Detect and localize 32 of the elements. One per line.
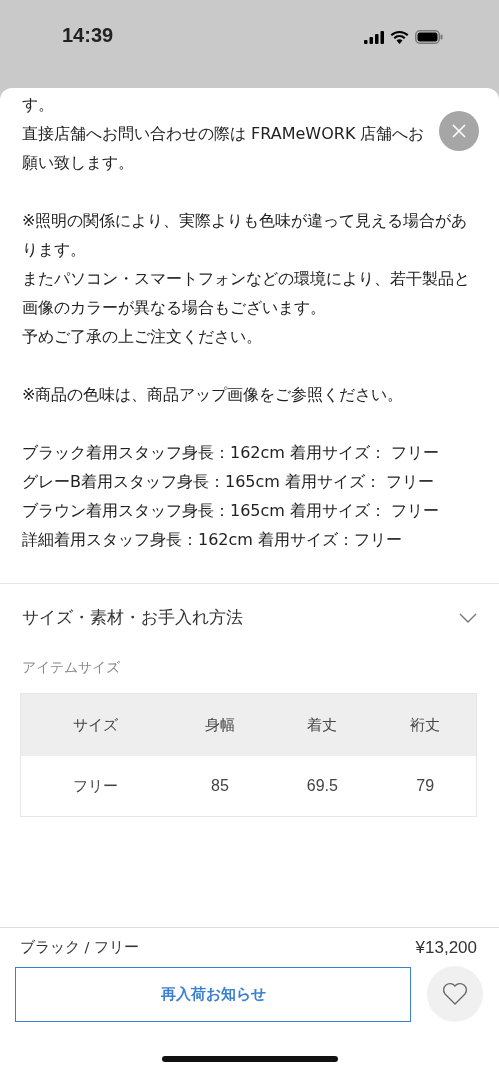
battery-icon: [415, 30, 443, 44]
description-text: またパソコン・スマートフォンなどの環境により、若干製品と画像のカラーが異なる場合もございます。: [22, 268, 471, 319]
column-header: 身幅: [169, 693, 271, 756]
description-text: ブラウン着用スタッフ身長：165cm 着用サイズ： フリー: [22, 500, 441, 522]
heart-icon: [442, 982, 468, 1006]
description-text: ※照明の関係により、実際よりも色味が違って見える場合があります。: [22, 210, 469, 261]
chevron-down-icon[interactable]: [459, 612, 477, 623]
table-cell: 79: [374, 756, 477, 817]
wifi-icon: [390, 30, 409, 44]
table-cell: 85: [169, 756, 271, 817]
accordion-title[interactable]: サイズ・素材・お手入れ方法: [22, 606, 243, 629]
description-text: 直接店舗へお問い合わせの際は FRAMeWORK 店舗へお願い致します。: [22, 123, 426, 174]
description-text: ブラック着用スタッフ身長：162cm 着用サイズ： フリー: [22, 442, 441, 464]
section-label: アイテムサイズ: [21, 658, 121, 677]
description-text: す。: [22, 94, 55, 116]
price-text: ¥13,200: [415, 938, 477, 958]
description-text: ※商品の色味は、商品アップ画像をご参照ください。: [22, 384, 405, 406]
status-time: 14:39: [62, 24, 114, 47]
column-header: 裄丈: [374, 693, 477, 756]
variant-text: ブラック / フリー: [20, 938, 140, 957]
description-text: グレーB着用スタッフ身長：165cm 着用サイズ： フリー: [22, 471, 436, 493]
close-icon: [452, 124, 466, 138]
close-button[interactable]: [439, 111, 479, 151]
description-text: 予めご了承の上ご注文ください。: [22, 326, 263, 348]
restock-notify-button[interactable]: 再入荷お知らせ: [15, 966, 411, 1022]
column-header: 着丈: [270, 693, 375, 756]
table-cell: 69.5: [270, 756, 375, 817]
column-header: サイズ: [20, 693, 170, 756]
favorite-button[interactable]: [427, 966, 483, 1022]
table-cell: フリー: [20, 756, 170, 817]
description-text: 詳細着用スタッフ身長：162cm 着用サイズ：フリー: [22, 529, 403, 551]
signal-icon: [364, 30, 384, 44]
